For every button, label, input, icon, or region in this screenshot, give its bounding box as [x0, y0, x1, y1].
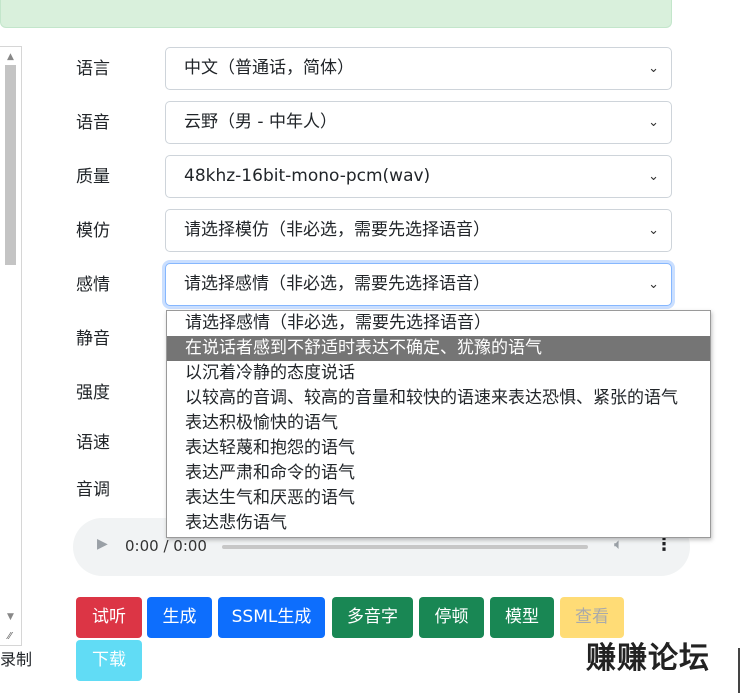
- chevron-down-icon: ⌄: [648, 61, 659, 76]
- emotion-options-list[interactable]: 请选择感情（非必选，需要先选择语音） 在说话者感到不舒适时表达不确定、犹豫的语气…: [166, 310, 711, 538]
- silence-label: 静音: [76, 329, 110, 349]
- audio-progress-track[interactable]: [222, 545, 588, 549]
- imitate-select[interactable]: 请选择模仿（非必选，需要先选择语音） ⌄: [165, 209, 672, 252]
- emotion-option-highlighted[interactable]: 在说话者感到不舒适时表达不确定、犹豫的语气: [167, 336, 710, 361]
- chevron-down-icon: ⌄: [648, 223, 659, 238]
- quality-select[interactable]: 48khz-16bit-mono-pcm(wav) ⌄: [165, 155, 672, 198]
- language-label: 语言: [76, 59, 110, 79]
- emotion-option[interactable]: 以较高的音调、较高的音量和较快的语速来表达恐惧、紧张的语气: [167, 386, 710, 411]
- chevron-down-icon: ⌄: [648, 277, 659, 292]
- pitch-label: 音调: [76, 480, 110, 500]
- watermark-text: 赚赚论坛: [586, 641, 710, 676]
- voice-select[interactable]: 云野（男 - 中年人） ⌄: [165, 101, 672, 144]
- pause-button[interactable]: 停顿: [419, 597, 484, 638]
- view-button[interactable]: 查看: [560, 597, 624, 638]
- download-button[interactable]: 下载: [76, 640, 142, 681]
- audio-time: 0:00 / 0:00: [125, 537, 207, 555]
- quality-value: 48khz-16bit-mono-pcm(wav): [184, 166, 431, 186]
- play-icon[interactable]: ▶: [97, 536, 108, 552]
- generate-button[interactable]: 生成: [147, 597, 212, 638]
- emotion-option[interactable]: 表达严肃和命令的语气: [167, 461, 710, 486]
- record-label-cut: 录制: [0, 650, 33, 669]
- scroll-up-icon[interactable]: ▲: [4, 51, 17, 63]
- emotion-option[interactable]: 表达悲伤语气: [167, 511, 710, 536]
- imitate-value: 请选择模仿（非必选，需要先选择语音）: [184, 220, 490, 240]
- chevron-down-icon: ⌄: [648, 115, 659, 130]
- status-alert: [0, 0, 672, 28]
- quality-label: 质量: [76, 167, 110, 187]
- emotion-value: 请选择感情（非必选，需要先选择语音）: [184, 274, 490, 294]
- emotion-select[interactable]: 请选择感情（非必选，需要先选择语音） ⌄: [165, 263, 672, 306]
- strength-label: 强度: [76, 383, 110, 403]
- rate-label: 语速: [76, 433, 110, 453]
- voice-label: 语音: [76, 113, 110, 133]
- emotion-option[interactable]: 以沉着冷静的态度说话: [167, 361, 710, 386]
- emotion-label: 感情: [76, 275, 110, 295]
- emotion-option[interactable]: 表达积极愉快的语气: [167, 411, 710, 436]
- emotion-option[interactable]: 表达轻蔑和抱怨的语气: [167, 436, 710, 461]
- textarea-scrollbar[interactable]: ▲ ▼ ⁄⁄: [0, 46, 22, 646]
- scroll-down-icon[interactable]: ▼: [4, 611, 17, 623]
- polyphone-button[interactable]: 多音字: [332, 597, 413, 638]
- voice-value: 云野（男 - 中年人）: [184, 112, 337, 132]
- chevron-down-icon: ⌄: [648, 169, 659, 184]
- language-select[interactable]: 中文（普通话，简体） ⌄: [165, 47, 672, 90]
- resize-handle-icon[interactable]: ⁄⁄: [8, 631, 11, 642]
- scroll-thumb[interactable]: [5, 65, 16, 265]
- listen-button[interactable]: 试听: [76, 597, 142, 638]
- imitate-label: 模仿: [76, 221, 110, 241]
- language-value: 中文（普通话，简体）: [184, 58, 354, 78]
- emotion-option[interactable]: 请选择感情（非必选，需要先选择语音）: [167, 311, 710, 336]
- ssml-generate-button[interactable]: SSML生成: [218, 597, 325, 638]
- emotion-option[interactable]: 表达生气和厌恶的语气: [167, 486, 710, 511]
- model-button[interactable]: 模型: [490, 597, 554, 638]
